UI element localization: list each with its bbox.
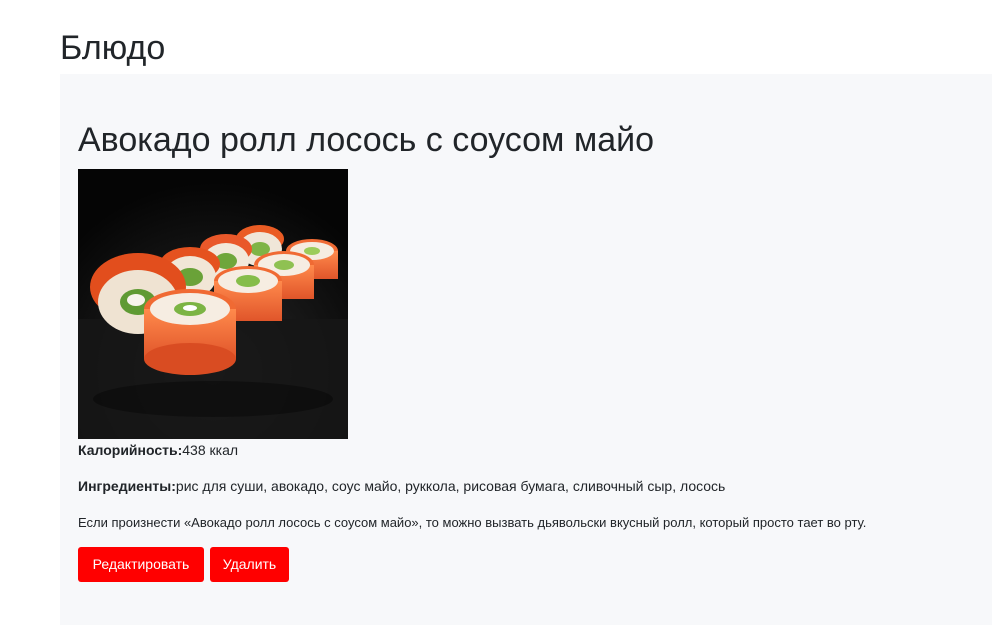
ingredients-line: Ингредиенты:рис для суши, авокадо, соус …: [78, 477, 725, 495]
dish-description: Если произнести «Авокадо ролл лосось с с…: [78, 515, 867, 530]
delete-button[interactable]: Удалить: [210, 547, 289, 582]
calories-line: Калорийность:438 ккал: [78, 441, 238, 459]
ingredients-label: Ингредиенты:: [78, 478, 176, 494]
calories-value: 438 ккал: [182, 442, 239, 458]
ingredients-value: рис для суши, авокадо, соус майо, руккол…: [175, 478, 726, 494]
dish-photo: [78, 169, 348, 439]
dish-title: Авокадо ролл лосось с соусом майо: [78, 121, 655, 159]
calories-label: Калорийность:: [78, 442, 183, 458]
dish-card: Авокадо ролл лосось с соусом майо Калори…: [60, 74, 992, 625]
page-title: Блюдо: [60, 29, 166, 67]
edit-button[interactable]: Редактировать: [78, 547, 204, 582]
